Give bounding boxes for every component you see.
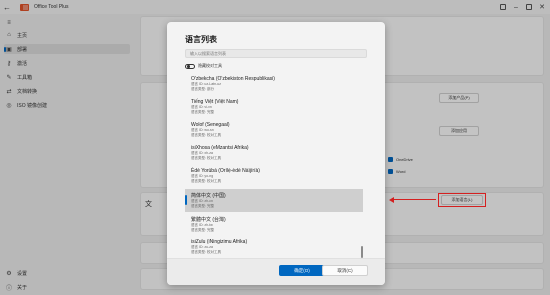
hide-proofing-toggle[interactable]: [185, 63, 195, 69]
annotation-arrow-head: [389, 196, 394, 203]
language-type: 语言类型: 部分: [191, 86, 214, 91]
language-search-input[interactable]: [185, 49, 367, 58]
language-name: 繁體中文 (台灣): [191, 217, 226, 223]
toggle-label: 隐藏校对工具: [198, 63, 222, 68]
language-name: O'zbekcha (O'zbekiston Respublikasi): [191, 76, 275, 82]
language-type: 语言类型: 校对工具: [191, 132, 221, 137]
language-list: O'zbekcha (O'zbekiston Respublikasi) 语言 …: [185, 73, 367, 281]
list-item-selected[interactable]: 简体中文 (中国) 语言 ID: zh-cn 语言类型: 完整: [185, 189, 363, 212]
list-item[interactable]: isiXhosa (eMzantsi Afrika) 语言 ID: xh-za …: [185, 142, 363, 165]
language-name: Wolof (Senegaal): [191, 122, 230, 128]
list-item[interactable]: Èdè Yorùbá (Orílẹ̀-èdè Nàìjíríà) 语言 ID: …: [185, 165, 363, 188]
language-type: 语言类型: 完整: [191, 203, 214, 208]
language-list-scrollbar[interactable]: [361, 246, 363, 258]
cancel-button[interactable]: 取消(C): [322, 265, 368, 276]
annotation-arrow: [392, 199, 436, 201]
hide-proofing-toggle-row[interactable]: 隐藏校对工具: [185, 63, 222, 69]
language-name: 简体中文 (中国): [191, 193, 226, 199]
language-name: isiZulu (iNingizimu Afrika): [191, 239, 248, 245]
ok-button[interactable]: 确定(O): [279, 265, 325, 276]
annotation-highlight-box: [438, 193, 486, 207]
language-type: 语言类型: 完整: [191, 227, 214, 232]
language-list-dialog: 语言列表 隐藏校对工具 O'zbekcha (O'zbekiston Respu…: [167, 22, 385, 285]
list-item[interactable]: Tiếng Việt (Việt Nam) 语言 ID: vi-vn 语言类型:…: [185, 96, 363, 119]
language-name: isiXhosa (eMzantsi Afrika): [191, 145, 249, 151]
language-name: Èdè Yorùbá (Orílẹ̀-èdè Nàìjíríà): [191, 168, 260, 174]
dialog-title: 语言列表: [185, 35, 217, 44]
list-item[interactable]: O'zbekcha (O'zbekiston Respublikasi) 语言 …: [185, 73, 363, 96]
language-type: 语言类型: 校对工具: [191, 155, 221, 160]
list-item[interactable]: 繁體中文 (台灣) 语言 ID: zh-tw 语言类型: 完整: [185, 213, 363, 236]
language-type: 语言类型: 校对工具: [191, 249, 221, 254]
language-type: 语言类型: 校对工具: [191, 178, 221, 183]
language-type: 语言类型: 完整: [191, 109, 214, 114]
list-item[interactable]: Wolof (Senegaal) 语言 ID: wo-sn 语言类型: 校对工具: [185, 119, 363, 142]
language-name: Tiếng Việt (Việt Nam): [191, 99, 239, 105]
list-item[interactable]: isiZulu (iNingizimu Afrika) 语言 ID: zu-za…: [185, 236, 363, 259]
